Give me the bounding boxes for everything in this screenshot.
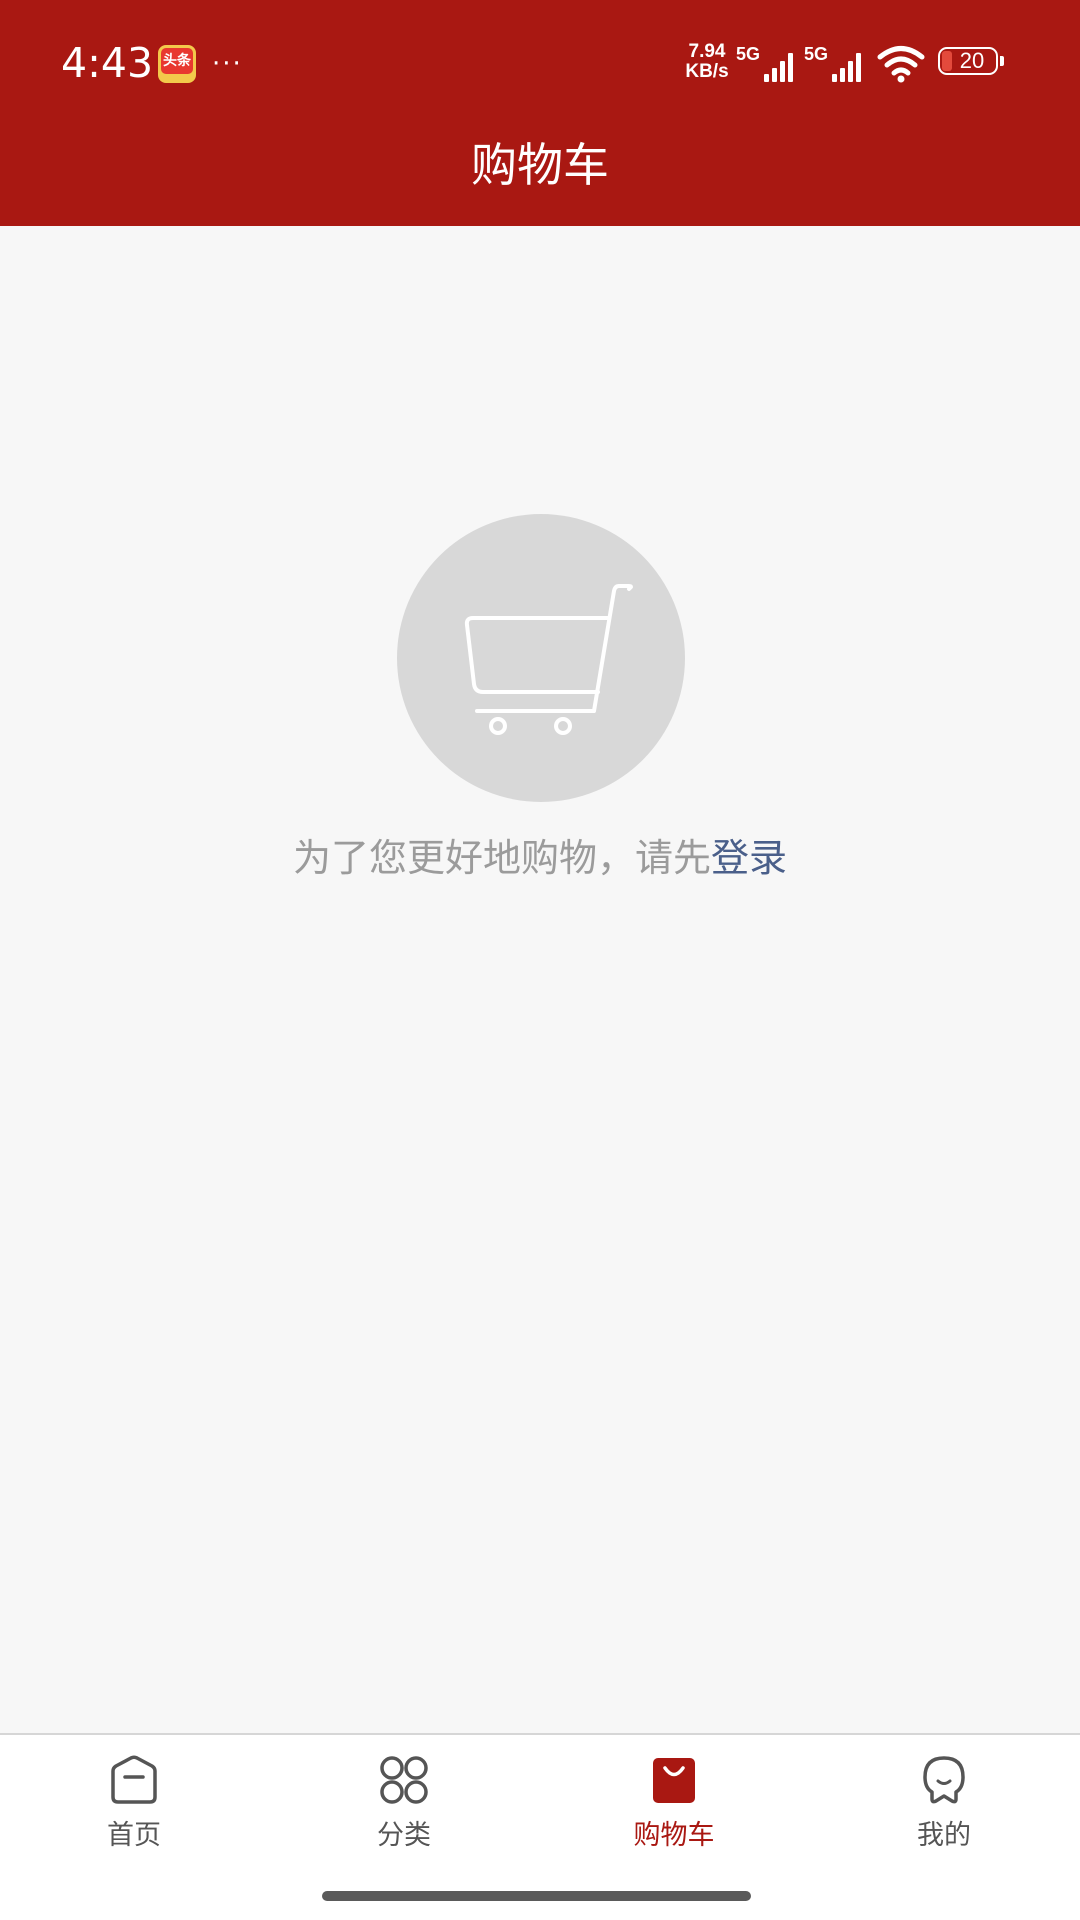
- status-bar: 4:43 头条 ··· 7.94 KB/s 5G 5G 20: [0, 0, 1080, 128]
- more-notifications-icon: ···: [212, 49, 243, 79]
- login-link[interactable]: 登录: [711, 836, 787, 880]
- network-speed-unit: KB/s: [685, 61, 729, 82]
- tab-label: 购物车: [633, 1820, 715, 1851]
- tab-label: 分类: [377, 1820, 431, 1851]
- tab-category[interactable]: 分类: [304, 1755, 504, 1875]
- page-title: 购物车: [471, 138, 609, 192]
- home-indicator[interactable]: [322, 1891, 751, 1901]
- tab-label: 我的: [917, 1820, 971, 1851]
- status-time: 4:43: [61, 39, 154, 87]
- tab-label: 首页: [107, 1820, 161, 1851]
- battery-icon: 20: [938, 47, 1004, 79]
- empty-cart-illustration: [397, 514, 685, 802]
- shopping-bag-icon: [653, 1758, 695, 1803]
- shopping-cart-icon: [464, 584, 633, 735]
- wifi-icon: [877, 46, 925, 83]
- home-icon: [111, 1755, 157, 1804]
- tab-profile[interactable]: 我的: [844, 1755, 1044, 1875]
- tab-home[interactable]: 首页: [34, 1755, 234, 1875]
- battery-level-text: 20: [959, 48, 985, 73]
- app-notification-icon-text: 头条: [161, 48, 193, 74]
- shopping-cart-page: 4:43 头条 ··· 7.94 KB/s 5G 5G 20 购物车 为了您更好…: [0, 0, 1080, 1920]
- app-notification-icon: 头条: [158, 45, 196, 83]
- login-prompt: 为了您更好地购物，请先登录: [0, 830, 1080, 886]
- network-speed: 7.94 KB/s: [680, 42, 734, 82]
- tab-cart[interactable]: 购物车: [574, 1755, 774, 1875]
- login-prompt-text: 为了您更好地购物，请先: [292, 836, 711, 880]
- profile-icon: [923, 1756, 965, 1804]
- header-bar: 4:43 头条 ··· 7.94 KB/s 5G 5G 20 购物车: [0, 0, 1080, 226]
- category-icon: [380, 1756, 428, 1804]
- network-speed-value: 7.94: [688, 41, 726, 62]
